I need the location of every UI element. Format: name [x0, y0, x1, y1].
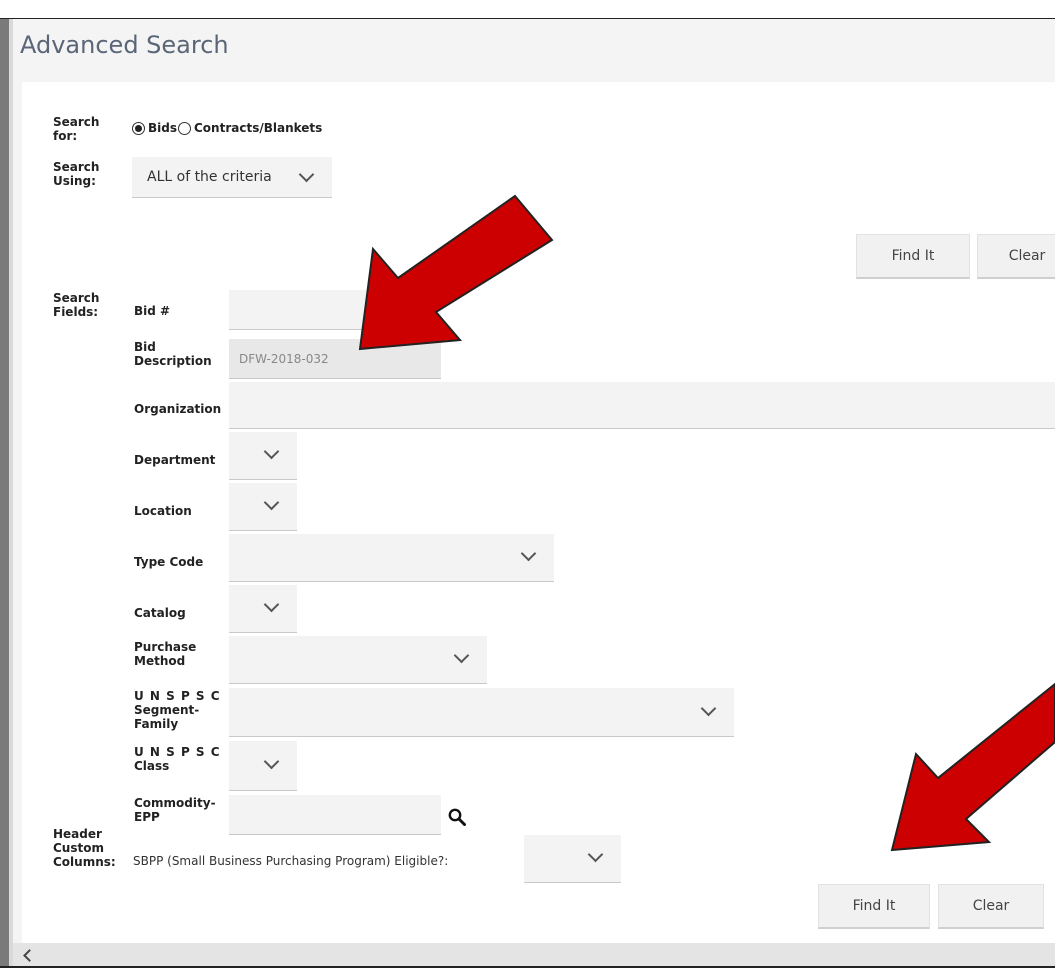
search-using-select[interactable]: ALL of the criteria — [132, 157, 332, 198]
left-border-inner — [9, 19, 13, 968]
red-arrow-annotation-bottom — [890, 682, 1055, 852]
horizontal-scrollbar[interactable] — [13, 943, 1055, 968]
header-custom-columns-label: Header Custom Columns: — [53, 827, 116, 869]
search-using-label: Search Using: — [53, 160, 100, 188]
chevron-down-icon — [520, 545, 537, 562]
search-for-label: Search for: — [53, 115, 100, 143]
bid-number-label: Bid # — [134, 304, 171, 318]
chevron-down-icon — [263, 494, 280, 511]
top-caption — [0, 0, 1055, 20]
left-border — [0, 19, 9, 968]
chevron-down-icon — [453, 647, 470, 664]
purchase-method-select[interactable] — [229, 636, 487, 684]
find-it-button-bottom[interactable]: Find It — [818, 884, 930, 929]
type-code-label: Type Code — [134, 555, 204, 569]
location-label: Location — [134, 504, 192, 518]
purchase-method-label: Purchase Method — [134, 640, 197, 668]
radio-contracts-blankets[interactable] — [178, 121, 191, 135]
chevron-down-icon — [587, 846, 604, 863]
catalog-label: Catalog — [134, 606, 186, 620]
unspsc-class-select[interactable] — [229, 741, 297, 791]
chevron-down-icon — [700, 700, 717, 717]
search-using-value: ALL of the criteria — [147, 169, 272, 185]
find-it-button-top[interactable]: Find It — [856, 234, 970, 279]
department-label: Department — [134, 453, 216, 467]
page-title: Advanced Search — [20, 31, 229, 59]
radio-bids-label[interactable]: Bids — [148, 121, 177, 135]
clear-button-bottom[interactable]: Clear — [938, 884, 1044, 929]
chevron-down-icon — [263, 753, 280, 770]
search-for-radio-group: Bids Contracts/Blankets — [132, 121, 323, 135]
department-select[interactable] — [229, 432, 297, 480]
sbpp-label: SBPP (Small Business Purchasing Program)… — [133, 854, 449, 868]
radio-bids[interactable] — [132, 121, 145, 135]
unspsc-segment-family-select[interactable] — [229, 688, 734, 737]
catalog-select[interactable] — [229, 585, 297, 633]
clear-button-top[interactable]: Clear — [977, 234, 1055, 279]
sbpp-eligible-select[interactable] — [524, 835, 621, 883]
chevron-down-icon — [298, 166, 315, 183]
commodity-epp-input[interactable] — [229, 795, 441, 835]
organization-label: Organization — [134, 402, 222, 416]
bid-description-label: Bid Description — [134, 340, 212, 368]
red-arrow-annotation-top — [358, 194, 554, 351]
browser-frame: Advanced Search Search for: Bids Contract… — [0, 19, 1055, 968]
unspsc-class-label: U N S P S C Class — [134, 745, 221, 773]
search-fields-label: Search Fields: — [53, 291, 100, 319]
type-code-select[interactable] — [229, 534, 554, 582]
location-select[interactable] — [229, 483, 297, 531]
organization-input[interactable] — [229, 382, 1055, 429]
commodity-epp-label: Commodity- EPP — [134, 796, 216, 824]
chevron-down-icon — [263, 443, 280, 460]
scroll-left-icon[interactable] — [23, 949, 36, 962]
chevron-down-icon — [263, 596, 280, 613]
radio-contracts-label[interactable]: Contracts/Blankets — [194, 121, 322, 135]
search-icon[interactable] — [448, 808, 466, 826]
unspsc-segment-family-label: U N S P S C Segment- Family — [134, 689, 221, 731]
